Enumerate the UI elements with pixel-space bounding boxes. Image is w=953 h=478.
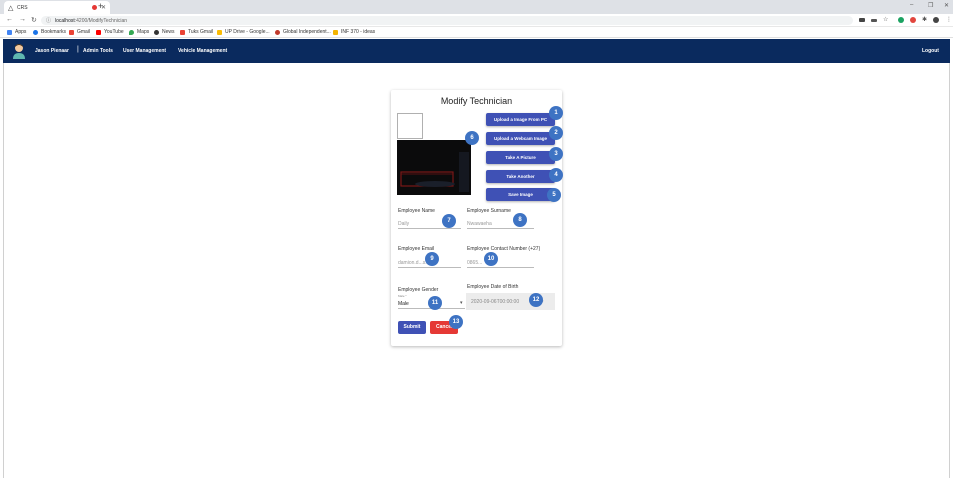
angular-favicon-icon: △ [8, 4, 14, 12]
page-title: Modify Technician [440, 96, 513, 106]
employee-contact-label: Employee Contact Number (+27) [467, 246, 541, 252]
modify-technician-card: Modify Technician Upload a Image From PC… [391, 90, 562, 346]
upload-webcam-image-button[interactable]: Upload a Webcam Image [486, 132, 555, 145]
extensions-puzzle-icon[interactable]: ✱ [922, 16, 927, 23]
bookmark-gmail[interactable]: Gmail [69, 29, 90, 35]
employee-dob-label: Employee Date of Birth [467, 284, 519, 290]
dob-value: 2020-09-06T00:00:00 [471, 299, 520, 305]
recording-dot-icon [91, 5, 97, 10]
employee-surname-label: Employee Surname [467, 208, 511, 214]
annotation-badge-6: 6 [465, 131, 479, 145]
user-avatar-icon [13, 44, 25, 59]
annotation-badge-4: 4 [549, 168, 563, 182]
nav-separator: | [77, 46, 79, 53]
nav-user-management[interactable]: User Management [123, 48, 166, 54]
employee-name-underline [398, 228, 461, 229]
take-another-button[interactable]: Take Another [486, 170, 555, 183]
app-navbar: Jason Pienaar | Admin Tools User Managem… [3, 39, 950, 63]
save-image-button[interactable]: Save Image [486, 188, 555, 201]
new-tab-icon[interactable]: + [98, 1, 103, 11]
reload-icon[interactable]: ↻ [31, 16, 37, 24]
gmail-icon [69, 29, 74, 35]
employee-gender-label: Employee Gender [398, 287, 439, 293]
annotation-badge-5: 5 [547, 188, 561, 202]
bookmark-youtube[interactable]: YouTube [96, 29, 124, 35]
window-close-icon[interactable]: ✕ [944, 2, 949, 9]
url-path: :4200/ModifyTechnician [74, 17, 128, 24]
take-picture-button[interactable]: Take A Picture [486, 151, 555, 164]
annotation-badge-10: 10 [484, 252, 498, 266]
bookmark-apps[interactable]: Apps [7, 29, 26, 35]
annotation-badge-8: 8 [513, 213, 527, 227]
employee-surname-input[interactable]: Nwawaeha [467, 221, 492, 227]
key-icon[interactable] [871, 19, 877, 22]
youtube-icon [96, 29, 101, 35]
folder-icon [333, 29, 338, 35]
extension-red-icon[interactable] [910, 17, 916, 23]
employee-email-label: Employee Email [398, 246, 435, 252]
employee-name-label: Employee Name [398, 208, 435, 214]
back-icon[interactable]: ← [6, 16, 13, 23]
extension-green-icon[interactable] [898, 17, 904, 23]
nav-vehicle-management[interactable]: Vehicle Management [178, 48, 227, 54]
browser-menu-icon[interactable]: ⋮ [946, 16, 952, 23]
drive-icon [217, 29, 222, 35]
employee-contact-input[interactable]: 0865... [467, 260, 482, 266]
gender-select[interactable]: Male [398, 301, 409, 307]
forward-icon[interactable]: → [19, 16, 26, 23]
employee-name-input[interactable]: Daily [398, 221, 409, 227]
browser-tab[interactable]: △ CRS ✕ [4, 1, 110, 14]
annotation-badge-7: 7 [442, 214, 456, 228]
bookmark-bookmarks[interactable]: Bookmarks [33, 29, 66, 35]
bookmark-global-independent[interactable]: Global Independent... [275, 29, 331, 35]
star-icon [33, 29, 38, 35]
annotation-badge-9: 9 [425, 252, 439, 266]
upload-pc-image-button[interactable]: Upload a Image From PC [486, 113, 555, 126]
annotation-badge-2: 2 [549, 126, 563, 140]
broken-image-placeholder [397, 113, 423, 139]
annotation-badge-13: 13 [449, 315, 463, 329]
bookmark-news[interactable]: News [154, 29, 175, 35]
apps-grid-icon [7, 29, 12, 35]
gmail-icon [180, 29, 185, 35]
annotation-badge-3: 3 [549, 147, 563, 161]
info-icon: ⓘ [46, 18, 52, 24]
submit-button[interactable]: Submit [398, 321, 426, 334]
webcam-preview [397, 140, 471, 195]
annotation-badge-11: 11 [428, 296, 442, 310]
annotation-badge-12: 12 [529, 293, 543, 307]
gender-floating-label: Male * [398, 294, 407, 298]
chevron-down-icon[interactable]: ▾ [460, 300, 463, 306]
browser-tab-strip: △ CRS ✕ + – ❐ ✕ [0, 0, 953, 14]
employee-email-underline [398, 267, 461, 268]
employee-surname-underline [467, 228, 534, 229]
bookmarks-bar: Apps Bookmarks Gmail YouTube Maps News T… [0, 27, 953, 38]
camera-extension-icon[interactable] [859, 18, 865, 22]
nav-admin-tools[interactable]: Admin Tools [83, 48, 113, 54]
nav-user-name[interactable]: Jason Pienaar [35, 48, 69, 54]
maximize-icon[interactable]: ❐ [928, 2, 933, 9]
address-bar: ← → ↻ ⓘ localhost :4200/ModifyTechnician… [0, 14, 953, 27]
employee-contact-underline [467, 267, 534, 268]
url-host: localhost [55, 17, 75, 24]
bookmark-maps[interactable]: Maps [129, 29, 149, 35]
tab-title: CRS [17, 4, 28, 11]
news-icon [154, 29, 159, 35]
bookmark-tuks-gmail[interactable]: Tuks Gmail [180, 29, 213, 35]
bookmark-inf370[interactable]: INF 370 - ideas [333, 29, 375, 35]
annotation-badge-1: 1 [549, 106, 563, 120]
bookmark-up-drive[interactable]: UP Drive - Google... [217, 29, 270, 35]
profile-avatar-icon[interactable] [933, 17, 939, 23]
logout-link[interactable]: Logout [922, 48, 939, 54]
bookmark-star-icon[interactable]: ☆ [883, 16, 888, 23]
minimize-icon[interactable]: – [910, 2, 913, 8]
url-input[interactable]: ⓘ localhost :4200/ModifyTechnician [41, 16, 853, 25]
maps-pin-icon [129, 29, 134, 35]
globe-icon [275, 29, 280, 35]
